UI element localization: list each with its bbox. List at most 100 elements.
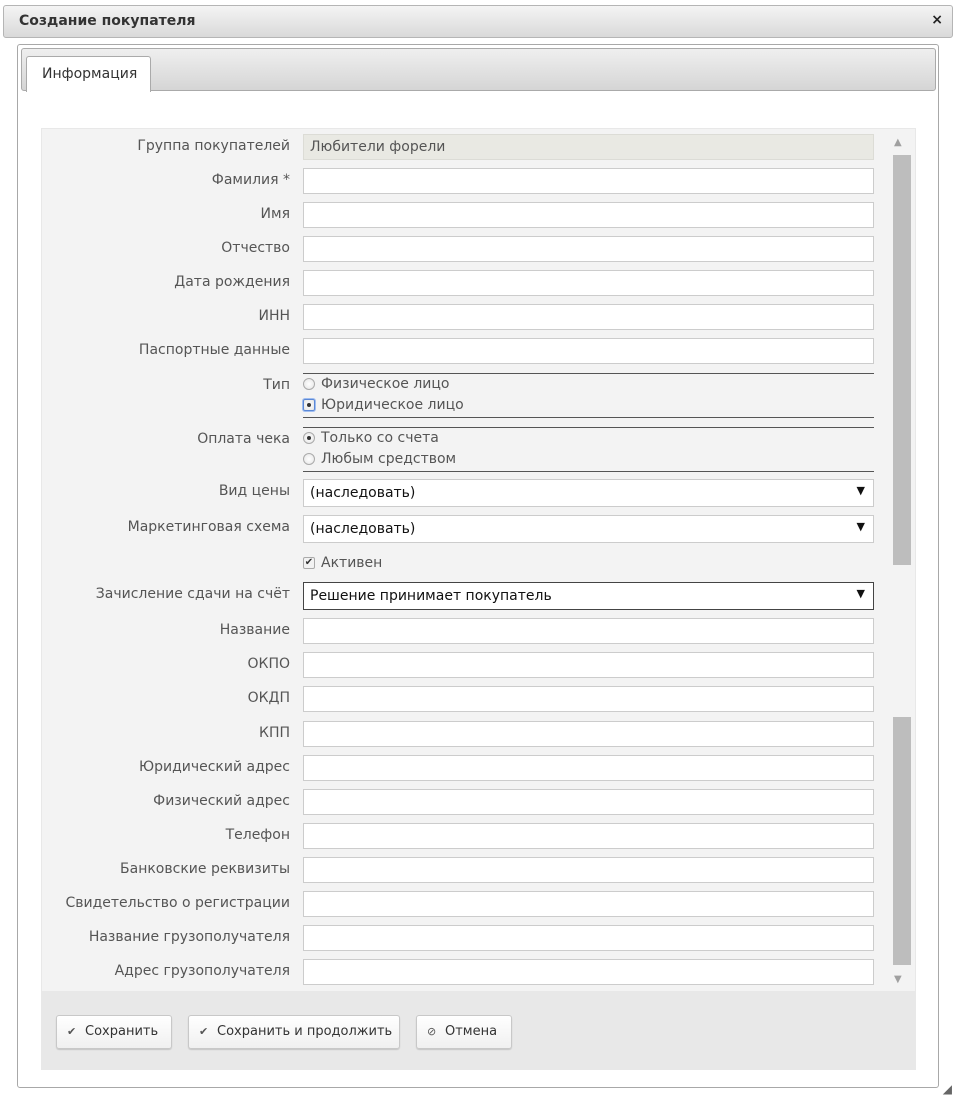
type-option-legal[interactable]: Юридическое лицо <box>303 397 503 415</box>
physical-address-label: Физический адрес <box>153 793 290 809</box>
row-active: ✔ Активен <box>42 555 902 573</box>
cancel-button-label: Отмена <box>445 1024 498 1039</box>
passport-label: Паспортные данные <box>138 342 290 358</box>
row-physical-address: Физический адрес <box>42 789 902 815</box>
row-legal-address: Юридический адрес <box>42 755 902 781</box>
cancel-icon: ⊘ <box>427 1025 437 1038</box>
price-type-label: Вид цены <box>218 483 290 499</box>
last-name-input[interactable] <box>303 168 874 194</box>
payment-option-account[interactable]: Только со счета <box>303 430 503 448</box>
row-okpo: ОКПО <box>42 652 902 678</box>
change-value: Решение принимает покупатель <box>310 588 552 604</box>
phone-label: Телефон <box>225 827 290 843</box>
button-bar: ✔ Сохранить ✔ Сохранить и продолжить ⊘ Отме… <box>42 991 915 1069</box>
birth-date-input[interactable] <box>303 270 874 296</box>
tab-bar: Информация <box>21 48 936 92</box>
kpp-label: КПП <box>259 725 290 741</box>
price-type-value: (наследовать) <box>310 485 416 501</box>
payment-radio-group: Только со счета Любым средством <box>303 427 874 472</box>
registration-label: Свидетельство о регистрации <box>65 895 290 911</box>
save-button-label: Сохранить <box>85 1024 159 1039</box>
radio-account-only[interactable] <box>303 432 315 444</box>
row-okdp: ОКДП <box>42 686 902 712</box>
consignee-address-label: Адрес грузополучателя <box>114 963 290 979</box>
scrollbar-track-lower[interactable] <box>893 717 911 965</box>
row-consignee-name: Название грузополучателя <box>42 925 902 951</box>
chevron-down-icon: ▼ <box>856 520 865 533</box>
inn-input[interactable] <box>303 304 874 330</box>
customer-group-label: Группа покупателей <box>137 138 290 154</box>
marketing-select[interactable]: (наследовать) ▼ <box>303 515 874 543</box>
phone-input[interactable] <box>303 823 874 849</box>
row-company-name: Название <box>42 618 902 644</box>
kpp-input[interactable] <box>303 721 874 747</box>
active-checkbox[interactable]: ✔ <box>303 557 315 569</box>
consignee-address-input[interactable] <box>303 959 874 985</box>
resize-grip-icon[interactable]: ◢ <box>943 1082 952 1096</box>
okpo-input[interactable] <box>303 652 874 678</box>
marketing-value: (наследовать) <box>310 521 416 537</box>
company-name-input[interactable] <box>303 618 874 644</box>
payment-option-any-label: Любым средством <box>321 451 457 467</box>
bank-details-label: Банковские реквизиты <box>120 861 290 877</box>
marketing-label: Маркетинговая схема <box>127 519 290 535</box>
customer-group-field: Любители форели <box>303 134 874 160</box>
customer-form: Группа покупателей Любители форели Фамил… <box>41 128 916 1070</box>
consignee-name-input[interactable] <box>303 925 874 951</box>
row-consignee-address: Адрес грузополучателя <box>42 959 902 985</box>
registration-input[interactable] <box>303 891 874 917</box>
row-first-name: Имя <box>42 202 902 228</box>
row-last-name: Фамилия * <box>42 168 902 194</box>
bank-details-input[interactable] <box>303 857 874 883</box>
payment-option-any[interactable]: Любым средством <box>303 451 503 469</box>
row-customer-group: Группа покупателей Любители форели <box>42 134 902 160</box>
price-type-select[interactable]: (наследовать) ▼ <box>303 479 874 507</box>
row-kpp: КПП <box>42 721 902 747</box>
cancel-button[interactable]: ⊘ Отмена <box>416 1015 512 1049</box>
row-type: Тип Физическое лицо Юридическое лицо <box>42 373 902 419</box>
tab-information[interactable]: Информация <box>26 56 151 92</box>
first-name-input[interactable] <box>303 202 874 228</box>
row-payment: Оплата чека Только со счета Любым средст… <box>42 427 902 473</box>
radio-individual[interactable] <box>303 378 315 390</box>
patronymic-input[interactable] <box>303 236 874 262</box>
okdp-label: ОКДП <box>247 690 290 706</box>
scroll-down-icon[interactable]: ▼ <box>894 974 902 985</box>
payment-option-account-label: Только со счета <box>321 430 439 446</box>
save-button[interactable]: ✔ Сохранить <box>56 1015 172 1049</box>
dialog-titlebar: Создание покупателя × <box>3 5 953 38</box>
row-change: Зачисление сдачи на счёт Решение принима… <box>42 582 902 610</box>
passport-input[interactable] <box>303 338 874 364</box>
okpo-label: ОКПО <box>247 656 290 672</box>
row-price-type: Вид цены (наследовать) ▼ <box>42 479 902 507</box>
scroll-up-icon[interactable]: ▲ <box>894 137 902 148</box>
change-select[interactable]: Решение принимает покупатель ▼ <box>303 582 874 610</box>
row-birth-date: Дата рождения <box>42 270 902 296</box>
type-radio-group: Физическое лицо Юридическое лицо <box>303 373 874 418</box>
radio-any-method[interactable] <box>303 453 315 465</box>
check-icon: ✔ <box>67 1025 77 1038</box>
row-patronymic: Отчество <box>42 236 902 262</box>
consignee-name-label: Название грузополучателя <box>88 929 290 945</box>
row-bank-details: Банковские реквизиты <box>42 857 902 883</box>
row-inn: ИНН <box>42 304 902 330</box>
dialog-body: Информация Группа покупателей Любители ф… <box>17 44 939 1088</box>
active-label: Активен <box>321 555 383 571</box>
form-scrollbar[interactable]: ▲ ▼ <box>890 129 913 991</box>
scrollbar-thumb[interactable] <box>893 155 911 565</box>
row-registration: Свидетельство о регистрации <box>42 891 902 917</box>
type-option-individual[interactable]: Физическое лицо <box>303 376 503 394</box>
last-name-label: Фамилия * <box>211 172 290 188</box>
radio-legal[interactable] <box>303 399 315 411</box>
chevron-down-icon: ▼ <box>856 484 865 497</box>
dialog-title: Создание покупателя <box>19 13 196 29</box>
active-option[interactable]: ✔ Активен <box>303 555 423 573</box>
save-continue-button[interactable]: ✔ Сохранить и продолжить <box>188 1015 400 1049</box>
okdp-input[interactable] <box>303 686 874 712</box>
physical-address-input[interactable] <box>303 789 874 815</box>
type-option-individual-label: Физическое лицо <box>321 376 450 392</box>
legal-address-input[interactable] <box>303 755 874 781</box>
change-label: Зачисление сдачи на счёт <box>95 586 290 602</box>
close-icon[interactable]: × <box>931 12 943 28</box>
chevron-down-icon: ▼ <box>856 587 865 600</box>
